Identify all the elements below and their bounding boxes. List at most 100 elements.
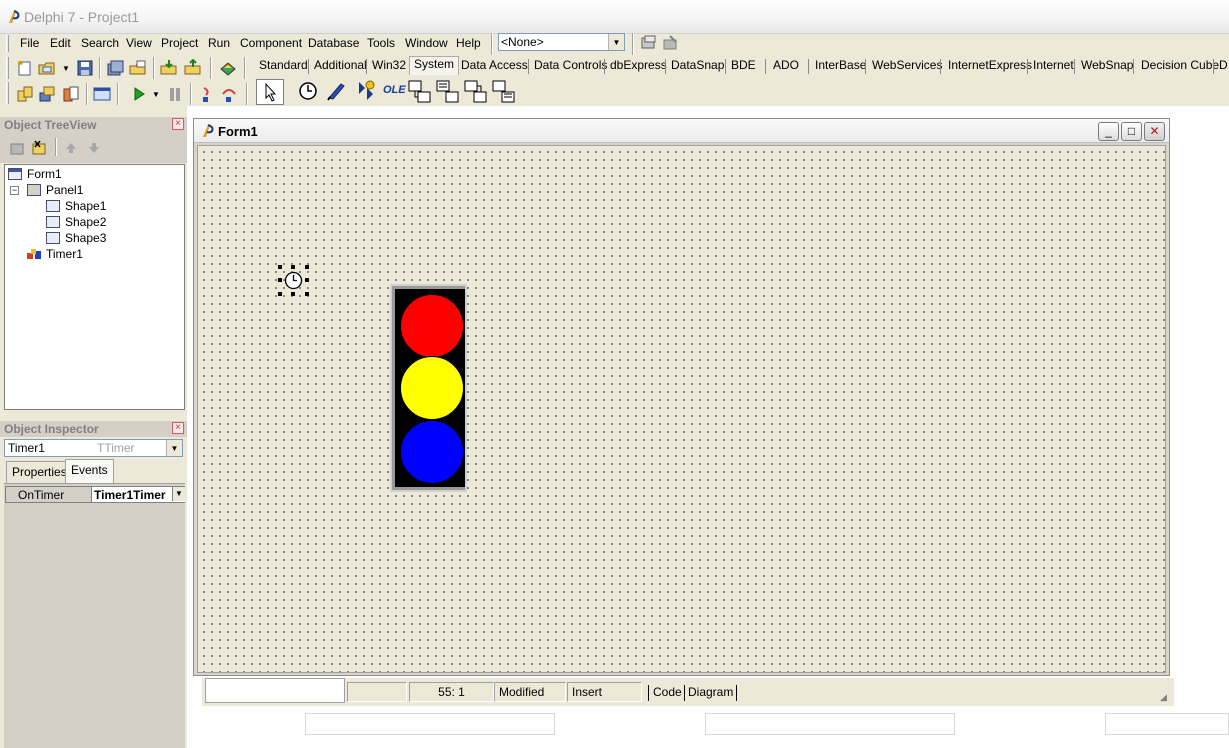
- mediaplayer-component-icon[interactable]: [353, 78, 379, 104]
- move-up-icon[interactable]: [62, 139, 80, 157]
- menu-window[interactable]: Window: [405, 36, 448, 50]
- close-button[interactable]: ✕: [1144, 122, 1165, 141]
- selection-handle[interactable]: [291, 265, 295, 269]
- chevron-down-icon[interactable]: ▼: [172, 487, 185, 501]
- selection-handle[interactable]: [278, 278, 282, 282]
- save-icon[interactable]: [76, 59, 94, 77]
- palette-tab-bde[interactable]: BDE: [727, 58, 760, 75]
- palette-tab-standard[interactable]: Standard: [255, 58, 312, 75]
- menu-tools[interactable]: Tools: [367, 36, 395, 50]
- selection-handle[interactable]: [291, 292, 295, 296]
- help-contents-icon[interactable]: [219, 59, 237, 77]
- remove-from-project-icon[interactable]: [184, 59, 202, 77]
- tab-events[interactable]: Events: [65, 459, 114, 483]
- new-form-icon[interactable]: [93, 85, 111, 103]
- ddeclientconv-component-icon[interactable]: [408, 80, 432, 104]
- menu-help[interactable]: Help: [456, 36, 481, 50]
- open-project-icon[interactable]: [129, 59, 147, 77]
- menu-component[interactable]: Component: [240, 36, 302, 50]
- trace-into-icon[interactable]: [198, 85, 216, 103]
- run-icon[interactable]: [130, 85, 148, 103]
- resize-grip-icon[interactable]: ◢: [1160, 692, 1167, 703]
- ddeserveritem-component-icon[interactable]: [492, 80, 516, 104]
- menu-database[interactable]: Database: [308, 36, 359, 50]
- palette-tab-interbase[interactable]: InterBase: [811, 58, 870, 75]
- tree-item-panel1[interactable]: Panel1: [46, 182, 83, 198]
- close-icon[interactable]: ×: [172, 422, 184, 434]
- view-form-icon[interactable]: [38, 85, 56, 103]
- chevron-down-icon[interactable]: ▼: [62, 64, 70, 73]
- save-all-icon[interactable]: [106, 59, 124, 77]
- minimize-button[interactable]: _: [1098, 122, 1119, 141]
- timer-component-icon[interactable]: [297, 80, 319, 102]
- move-down-icon[interactable]: [85, 139, 103, 157]
- selection-handle[interactable]: [305, 292, 309, 296]
- maximize-button[interactable]: □: [1121, 122, 1142, 141]
- open-icon[interactable]: [38, 59, 56, 77]
- step-over-icon[interactable]: [220, 85, 238, 103]
- close-icon[interactable]: ×: [172, 118, 184, 130]
- desktop-config-combo[interactable]: <None> ▼: [498, 33, 625, 51]
- shape1-lamp[interactable]: [400, 294, 464, 358]
- view-unit-icon[interactable]: [16, 85, 34, 103]
- new-item-icon[interactable]: [8, 139, 26, 157]
- selection-handle[interactable]: [278, 265, 282, 269]
- timer1-component[interactable]: [278, 265, 309, 296]
- tree-item-timer1[interactable]: Timer1: [46, 246, 83, 262]
- palette-tab-decision-cube[interactable]: Decision Cube: [1137, 58, 1223, 75]
- panel1-component[interactable]: [390, 284, 467, 492]
- selection-handle[interactable]: [305, 265, 309, 269]
- selection-handle[interactable]: [305, 278, 309, 282]
- shape2-lamp[interactable]: [400, 356, 464, 420]
- ddeclientitem-component-icon[interactable]: [436, 80, 460, 104]
- palette-tab-ado[interactable]: ADO: [769, 58, 803, 75]
- tree-item-form1[interactable]: Form1: [27, 166, 62, 182]
- tab-code[interactable]: Code: [648, 685, 682, 701]
- paintbox-component-icon[interactable]: [325, 80, 347, 102]
- pause-icon[interactable]: [166, 85, 184, 103]
- chevron-down-icon[interactable]: ▼: [166, 440, 182, 456]
- palette-tab-additional[interactable]: Additional: [310, 58, 371, 75]
- palette-tab-system[interactable]: System: [409, 56, 460, 75]
- menu-run[interactable]: Run: [208, 36, 230, 50]
- pointer-tool[interactable]: [256, 79, 284, 105]
- palette-tab-internetexpress[interactable]: InternetExpress: [944, 58, 1036, 75]
- olecontainer-component-icon[interactable]: OLE: [383, 84, 406, 96]
- palette-tab-dbexpress[interactable]: dbExpress: [606, 58, 671, 75]
- new-icon[interactable]: [16, 59, 34, 77]
- inspector-row-value-cell[interactable]: Timer1Timer ▼: [91, 487, 185, 502]
- menu-search[interactable]: Search: [81, 36, 119, 50]
- selection-handle[interactable]: [278, 292, 282, 296]
- inspector-row-ontimer[interactable]: OnTimer Timer1Timer ▼: [5, 486, 185, 503]
- delete-item-icon[interactable]: [30, 139, 48, 157]
- toggle-form-unit-icon[interactable]: [62, 85, 80, 103]
- tab-diagram[interactable]: Diagram: [684, 685, 738, 701]
- palette-tab-datasnap[interactable]: DataSnap: [667, 58, 728, 75]
- form-title-bar[interactable]: Form1 _ □ ✕: [194, 119, 1169, 143]
- collapse-icon[interactable]: −: [10, 186, 19, 195]
- menu-edit[interactable]: Edit: [50, 36, 71, 50]
- palette-tab-internet[interactable]: Internet: [1029, 58, 1078, 75]
- save-desktop-icon[interactable]: [640, 34, 658, 52]
- palette-tab-data-access[interactable]: Data Access: [457, 58, 532, 75]
- ddeserverconv-component-icon[interactable]: [464, 80, 488, 104]
- menu-view[interactable]: View: [126, 36, 152, 50]
- palette-tab-websnap[interactable]: WebSnap: [1077, 58, 1137, 75]
- tree-item-shape3[interactable]: Shape3: [65, 230, 106, 246]
- tree-item-shape2[interactable]: Shape2: [65, 214, 106, 230]
- set-debug-desktop-icon[interactable]: [662, 34, 680, 52]
- palette-tab-win32[interactable]: Win32: [368, 58, 410, 75]
- menu-project[interactable]: Project: [161, 36, 198, 50]
- palette-tab-webservices[interactable]: WebServices: [868, 58, 946, 75]
- menu-file[interactable]: File: [20, 36, 39, 50]
- tree-item-shape1[interactable]: Shape1: [65, 198, 106, 214]
- inspector-object-combo[interactable]: Timer1 TTimer ▼: [4, 439, 183, 457]
- chevron-down-icon[interactable]: ▼: [608, 34, 624, 50]
- shape3-lamp[interactable]: [400, 420, 464, 484]
- palette-tab-data-controls[interactable]: Data Controls: [530, 58, 611, 75]
- palette-tab-dialogs[interactable]: D: [1215, 58, 1229, 75]
- treeview-list[interactable]: Form1 − Panel1 Shape1 Shape2 Shape3 Time…: [4, 164, 185, 410]
- add-to-project-icon[interactable]: [160, 59, 178, 77]
- form-client-area[interactable]: [197, 145, 1166, 673]
- tab-properties[interactable]: Properties: [6, 461, 73, 483]
